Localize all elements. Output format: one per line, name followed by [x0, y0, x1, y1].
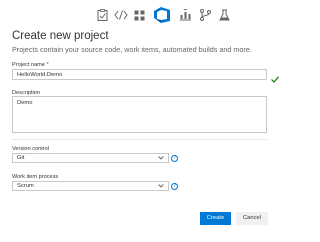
azure-devops-icon[interactable] — [151, 5, 173, 25]
project-name-input[interactable]: HelloWorld.Demo — [12, 69, 267, 80]
work-items-icon[interactable] — [133, 8, 145, 22]
code-icon[interactable] — [114, 8, 128, 22]
version-control-help-icon[interactable]: ? — [171, 155, 178, 162]
version-control-value: Git — [17, 155, 25, 161]
pipelines-icon[interactable] — [178, 8, 192, 22]
description-textarea[interactable]: Demo — [12, 96, 267, 133]
required-marker: * — [46, 62, 49, 68]
git-branch-icon[interactable] — [199, 8, 212, 22]
project-name-label: Project name * — [12, 62, 49, 68]
cancel-button[interactable]: Cancel — [236, 212, 268, 225]
version-control-select[interactable]: Git — [12, 153, 169, 163]
work-item-process-label: Work item process — [12, 174, 59, 180]
create-button[interactable]: Create — [200, 212, 231, 225]
chevron-down-icon — [158, 156, 164, 163]
work-item-process-select[interactable]: Scrum — [12, 181, 169, 191]
divider — [12, 139, 267, 140]
page-title: Create new project — [12, 30, 109, 42]
work-item-process-help-icon[interactable]: ? — [171, 183, 178, 190]
version-control-label: Version control — [12, 146, 50, 152]
top-nav — [0, 4, 300, 26]
work-item-process-value: Scrum — [17, 183, 34, 189]
dashboard-icon[interactable] — [96, 8, 108, 22]
page-subtitle: Projects contain your source code, work … — [12, 45, 252, 54]
chevron-down-icon — [158, 184, 164, 191]
project-name-label-text: Project name — [12, 62, 45, 68]
test-flask-icon[interactable] — [218, 8, 230, 22]
valid-check-icon — [271, 70, 279, 88]
